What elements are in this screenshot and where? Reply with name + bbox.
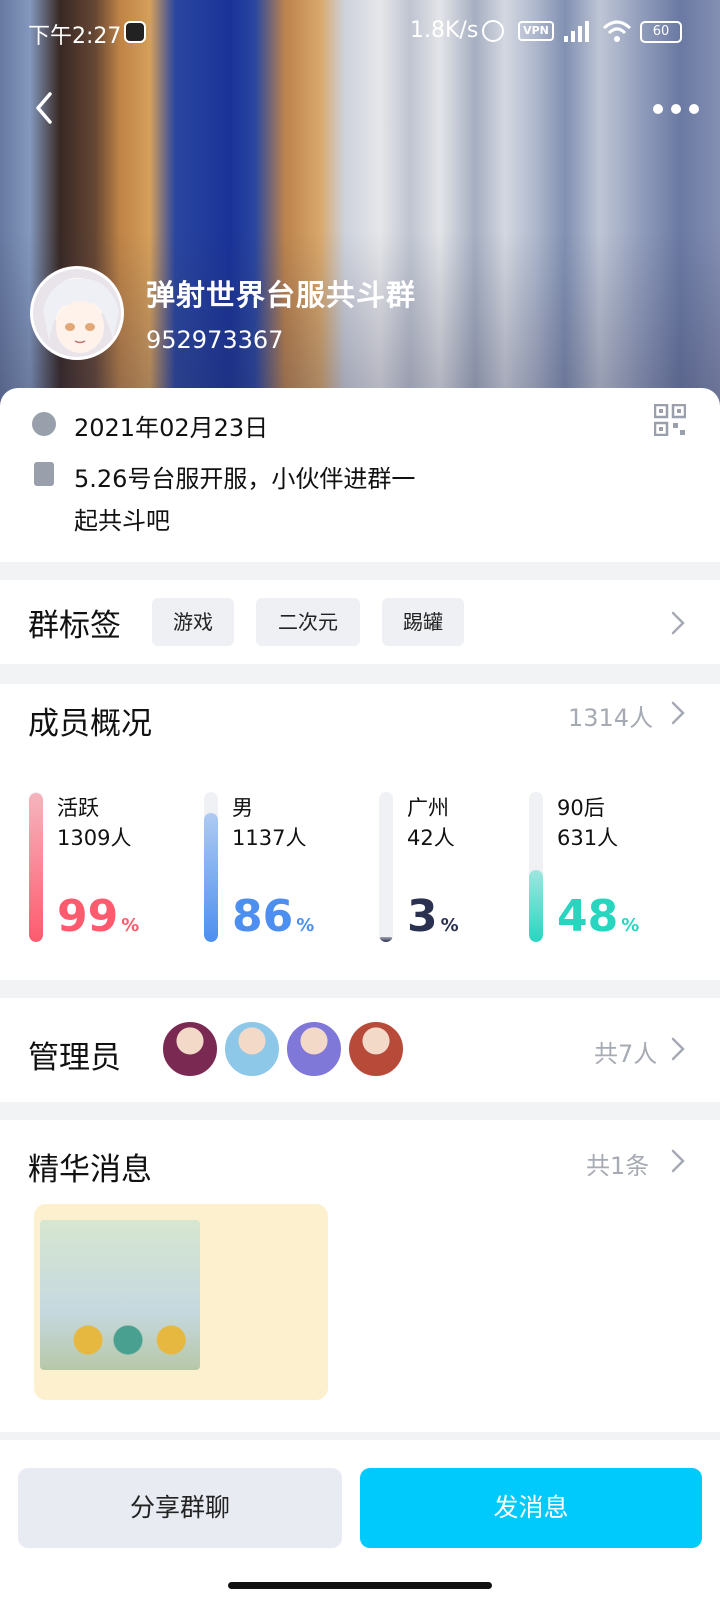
document-icon <box>34 462 54 486</box>
stat-count: 42人 <box>407 826 455 850</box>
share-group-button[interactable]: 分享群聊 <box>18 1468 342 1548</box>
alarm-icon <box>482 20 504 42</box>
tag-item[interactable]: 二次元 <box>256 598 360 646</box>
stat-bar-track <box>29 792 43 942</box>
app-notification-icon <box>124 21 146 43</box>
stat-percent: 86% <box>232 892 314 951</box>
group-description: 5.26号台服开服，小伙伴进群一起共斗吧 <box>74 465 416 535</box>
stat-bar-fill <box>379 937 393 942</box>
admin-avatar[interactable] <box>347 1020 405 1078</box>
group-avatar[interactable] <box>30 266 124 360</box>
admin-avatar[interactable] <box>161 1020 219 1078</box>
admins-row[interactable]: 管理员 共7人 <box>0 998 720 1102</box>
group-tags-row[interactable]: 群标签 游戏 二次元 踢罐 <box>0 580 720 664</box>
vpn-icon: VPN <box>518 21 554 41</box>
stat-count: 1309人 <box>57 826 132 850</box>
chevron-right-icon <box>671 1149 685 1173</box>
stat-percent: 48% <box>557 892 639 951</box>
stat-bar-track <box>529 792 543 942</box>
tag-item[interactable]: 踢罐 <box>382 598 464 646</box>
stat-active: 活跃 1309人 99% <box>29 792 199 942</box>
members-title: 成员概况 <box>28 706 152 742</box>
percent-sign: % <box>296 915 315 936</box>
game-screenshot-image <box>40 1220 200 1370</box>
status-bar: 下午2:27 1.8K/s VPN 60 <box>0 0 720 64</box>
stat-bar-fill <box>529 870 543 942</box>
chevron-right-icon <box>671 611 685 635</box>
percent-sign: % <box>621 915 640 936</box>
send-message-button[interactable]: 发消息 <box>360 1468 702 1548</box>
status-net-speed: 1.8K/s <box>410 18 479 43</box>
admins-title: 管理员 <box>28 1040 121 1076</box>
stat-age: 90后 631人 48% <box>529 792 699 942</box>
qr-code-icon[interactable] <box>654 404 686 436</box>
stat-count: 631人 <box>557 826 619 850</box>
group-id[interactable]: 952973367 <box>146 326 283 354</box>
stat-percent-value: 48 <box>557 891 619 942</box>
signal-icon <box>564 21 589 42</box>
group-name: 弹射世界台服共斗群 <box>146 278 417 312</box>
stat-count: 1137人 <box>232 826 307 850</box>
chevron-right-icon <box>671 701 685 725</box>
wifi-icon <box>602 20 632 42</box>
stat-percent: 99% <box>57 892 139 951</box>
stat-percent-value: 99 <box>57 891 119 942</box>
status-time: 下午2:27 <box>28 24 122 49</box>
back-button[interactable] <box>24 84 72 132</box>
featured-total: 共1条 <box>586 1152 650 1180</box>
bottom-action-bar: 分享群聊 发消息 <box>0 1440 720 1600</box>
stat-label: 活跃 <box>57 796 99 820</box>
stat-bar-fill <box>204 813 218 942</box>
stat-bar-track <box>204 792 218 942</box>
percent-sign: % <box>121 915 140 936</box>
stat-bar-track <box>379 792 393 942</box>
stat-percent: 3% <box>407 892 459 951</box>
battery-icon: 60 <box>640 21 682 43</box>
more-options-button[interactable] <box>650 92 702 126</box>
admin-avatar[interactable] <box>223 1020 281 1078</box>
featured-messages-card[interactable]: 精华消息 共1条 <box>0 1120 720 1432</box>
stat-percent-value: 86 <box>232 891 294 942</box>
featured-title: 精华消息 <box>28 1152 152 1188</box>
admins-total: 共7人 <box>594 1040 658 1068</box>
group-info-card: 2021年02月23日 5.26号台服开服，小伙伴进群一起共斗吧 <box>0 388 720 562</box>
tags-title: 群标签 <box>28 608 121 644</box>
featured-message-thumbnail[interactable] <box>34 1204 328 1400</box>
stat-label: 广州 <box>407 796 449 820</box>
member-overview-card[interactable]: 成员概况 1314人 活跃 1309人 99% 男 1137人 86% 广州 4… <box>0 684 720 980</box>
tag-item[interactable]: 游戏 <box>152 598 234 646</box>
stat-label: 男 <box>232 796 253 820</box>
stat-male: 男 1137人 86% <box>204 792 374 942</box>
group-created-date: 2021年02月23日 <box>74 414 269 442</box>
stat-percent-value: 3 <box>407 891 438 942</box>
stat-label: 90后 <box>557 796 605 820</box>
stat-location: 广州 42人 3% <box>379 792 549 942</box>
clock-icon <box>32 412 56 436</box>
admin-avatar[interactable] <box>285 1020 343 1078</box>
chevron-right-icon <box>671 1037 685 1061</box>
home-indicator[interactable] <box>228 1582 492 1589</box>
stat-bar-fill <box>29 793 43 942</box>
member-total: 1314人 <box>568 704 654 732</box>
percent-sign: % <box>440 915 459 936</box>
